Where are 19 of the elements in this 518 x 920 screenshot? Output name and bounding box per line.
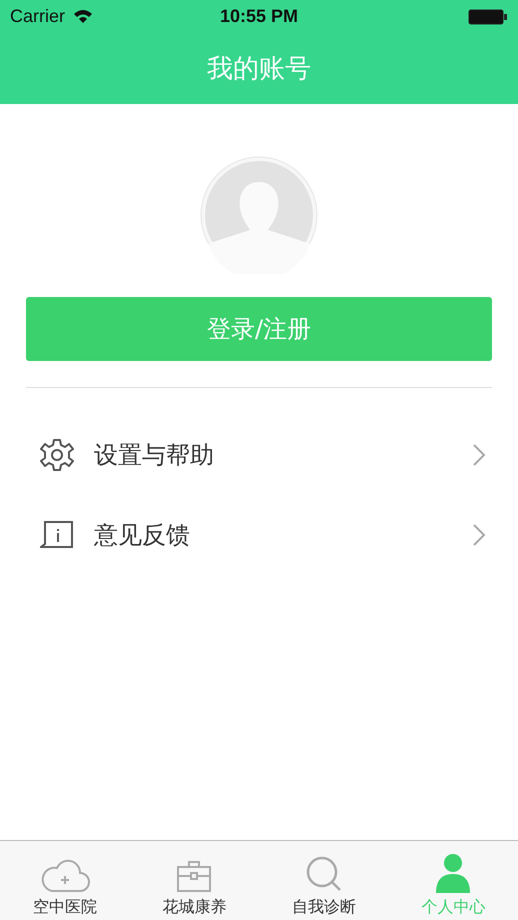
chevron-right-icon — [472, 523, 486, 547]
search-icon — [304, 855, 343, 893]
wifi-icon — [73, 9, 94, 24]
tab-label[interactable]: 自我诊断 — [292, 897, 356, 918]
clock-time: 10:55 PM — [220, 6, 298, 27]
carrier-name: Carrier — [10, 6, 66, 27]
tab-label[interactable]: 花城康养 — [162, 897, 226, 918]
briefcase-icon — [176, 859, 212, 893]
battery-icon — [468, 8, 508, 24]
tab-label[interactable]: 空中医院 — [32, 897, 97, 918]
menu-item[interactable]: 设置与帮助 — [94, 439, 214, 471]
avatar-icon[interactable] — [200, 156, 318, 274]
cloud-icon — [40, 857, 90, 893]
info-board-icon — [40, 520, 74, 550]
chevron-right-icon — [472, 443, 486, 467]
person-icon — [435, 853, 472, 893]
menu-item[interactable]: 意见反馈 — [94, 519, 190, 551]
page-title: 我的账号 — [207, 53, 311, 86]
gear-icon — [40, 438, 74, 472]
